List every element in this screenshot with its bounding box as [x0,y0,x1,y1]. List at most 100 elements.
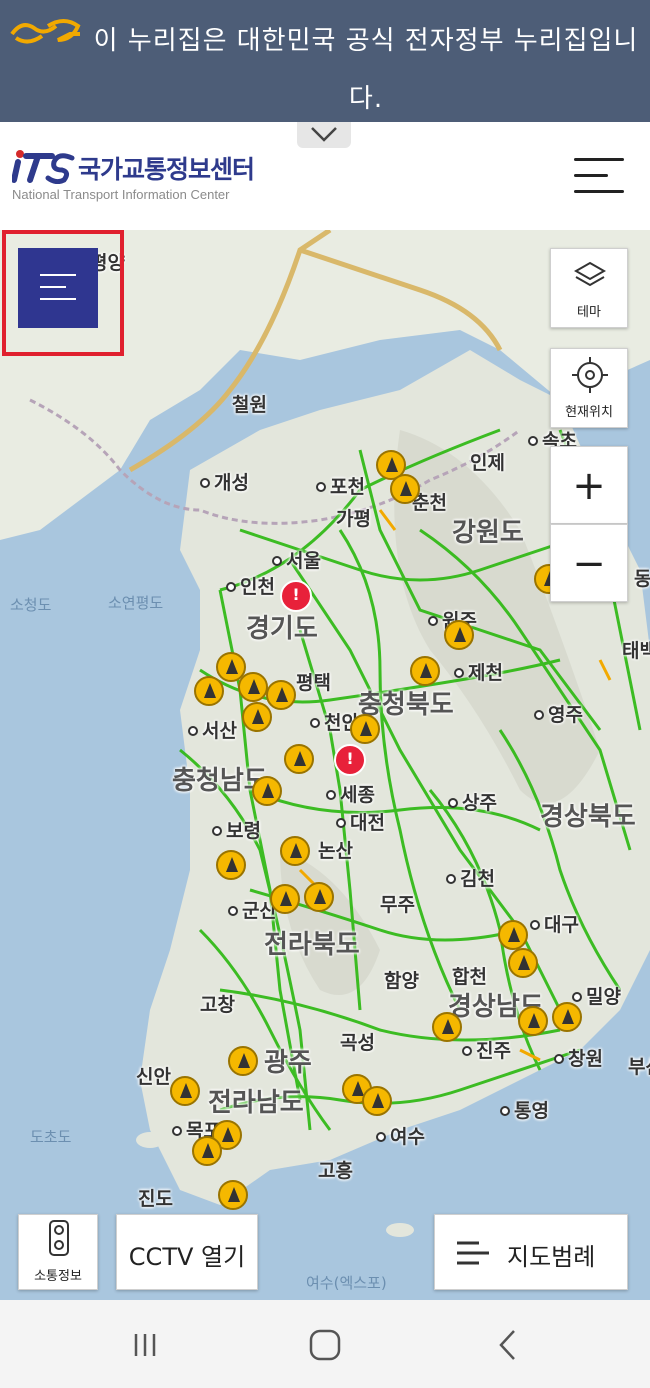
city-marker [226,582,236,592]
incident-marker-icon[interactable] [280,580,312,612]
construction-marker-icon[interactable] [216,850,246,880]
region-label: 전라남도 [208,1088,304,1118]
construction-marker-icon[interactable] [518,1006,548,1036]
construction-marker-icon[interactable] [444,620,474,650]
place-label: 개성 [200,468,249,495]
construction-marker-icon[interactable] [252,776,282,806]
place-name: 세종 [340,784,375,806]
map-legend-button[interactable]: 지도범례 [434,1214,628,1290]
construction-marker-icon[interactable] [228,1046,258,1076]
region-label: 경기도 [246,614,318,644]
place-label: 포천 [316,472,365,499]
place-name: 보령 [226,820,261,842]
incident-marker-icon[interactable] [334,744,366,776]
city-marker [528,436,538,446]
traffic-light-icon [49,1220,69,1256]
map-legend-label: 지도범례 [507,1243,596,1271]
chevron-down-icon [311,127,337,142]
city-marker [448,798,458,808]
zoom-out-button[interactable]: − [550,524,628,602]
construction-marker-icon[interactable] [270,884,300,914]
city-marker [454,668,464,678]
city-marker [462,1046,472,1056]
construction-marker-icon[interactable] [170,1076,200,1106]
city-marker [428,616,438,626]
construction-marker-icon[interactable] [304,882,334,912]
construction-marker-icon[interactable] [192,1136,222,1166]
city-marker [376,1132,386,1142]
place-label: 동해 [634,568,650,590]
place-label: 통영 [500,1096,549,1123]
its-logo-icon[interactable] [12,148,76,184]
city-marker [554,1054,564,1064]
construction-marker-icon[interactable] [350,714,380,744]
home-icon[interactable] [308,1328,342,1362]
water-label: 도초도 [30,1128,72,1146]
construction-marker-icon[interactable] [194,676,224,706]
traffic-info-label: 소통정보 [34,1269,82,1284]
place-name: 진주 [476,1040,511,1062]
construction-marker-icon[interactable] [498,920,528,950]
highlight-box [2,230,124,356]
construction-marker-icon[interactable] [362,1086,392,1116]
place-label: 곡성 [340,1032,375,1054]
city-marker [212,826,222,836]
header-menu-button[interactable] [570,154,626,198]
place-label: 대전 [336,808,385,835]
list-icon [457,1241,489,1265]
hamburger-line [574,190,624,193]
traffic-map[interactable]: 평양 철원 개성 포천 가평 인제 속초 춘천 강원도 서울 인천 경기도 원주… [0,230,650,1300]
back-icon[interactable] [496,1328,520,1362]
place-label: 고흥 [318,1160,353,1182]
banner-collapse-button[interactable] [297,122,351,148]
construction-marker-icon[interactable] [410,656,440,686]
place-label: 논산 [318,840,353,862]
place-label: 평택 [296,672,331,694]
site-title-ko: 국가교통정보센터 [78,155,255,184]
place-name: 통영 [514,1100,549,1122]
theme-button[interactable]: 테마 [550,248,628,328]
place-name: 밀양 [586,986,621,1008]
system-nav-bar [0,1300,650,1388]
construction-marker-icon[interactable] [552,1002,582,1032]
current-location-button[interactable]: 현재위치 [550,348,628,428]
place-label: 진도 [138,1188,173,1210]
city-marker [336,818,346,828]
traffic-info-button[interactable]: 소통정보 [18,1214,98,1290]
place-name: 영주 [548,704,583,726]
water-label: 여수(엑스포) [306,1274,387,1292]
construction-marker-icon[interactable] [238,672,268,702]
place-label: 부산 [628,1056,650,1078]
city-marker [272,556,282,566]
construction-marker-icon[interactable] [266,680,296,710]
construction-marker-icon[interactable] [242,702,272,732]
crosshair-icon [572,357,608,393]
place-label: 상주 [448,788,497,815]
place-label: 인제 [470,452,505,474]
city-marker [200,478,210,488]
city-marker [310,718,320,728]
construction-marker-icon[interactable] [508,948,538,978]
construction-marker-icon[interactable] [284,744,314,774]
region-label: 강원도 [452,518,524,548]
region-label: 경상북도 [540,802,636,832]
city-marker [188,726,198,736]
place-label: 함양 [384,970,419,992]
recent-apps-icon[interactable] [130,1330,160,1360]
city-marker [530,920,540,930]
place-label: 태백 [622,640,650,662]
place-label: 창원 [554,1044,603,1071]
construction-marker-icon[interactable] [432,1012,462,1042]
place-name: 상주 [462,792,497,814]
plus-icon: + [572,463,606,509]
city-marker [228,906,238,916]
place-label: 무주 [380,894,415,916]
place-label: 합천 [452,966,487,988]
place-name: 개성 [214,472,249,494]
construction-marker-icon[interactable] [218,1180,248,1210]
cctv-open-button[interactable]: CCTV 열기 [116,1214,258,1290]
construction-marker-icon[interactable] [390,474,420,504]
construction-marker-icon[interactable] [280,836,310,866]
zoom-in-button[interactable]: + [550,446,628,524]
region-label: 전라북도 [264,930,360,960]
